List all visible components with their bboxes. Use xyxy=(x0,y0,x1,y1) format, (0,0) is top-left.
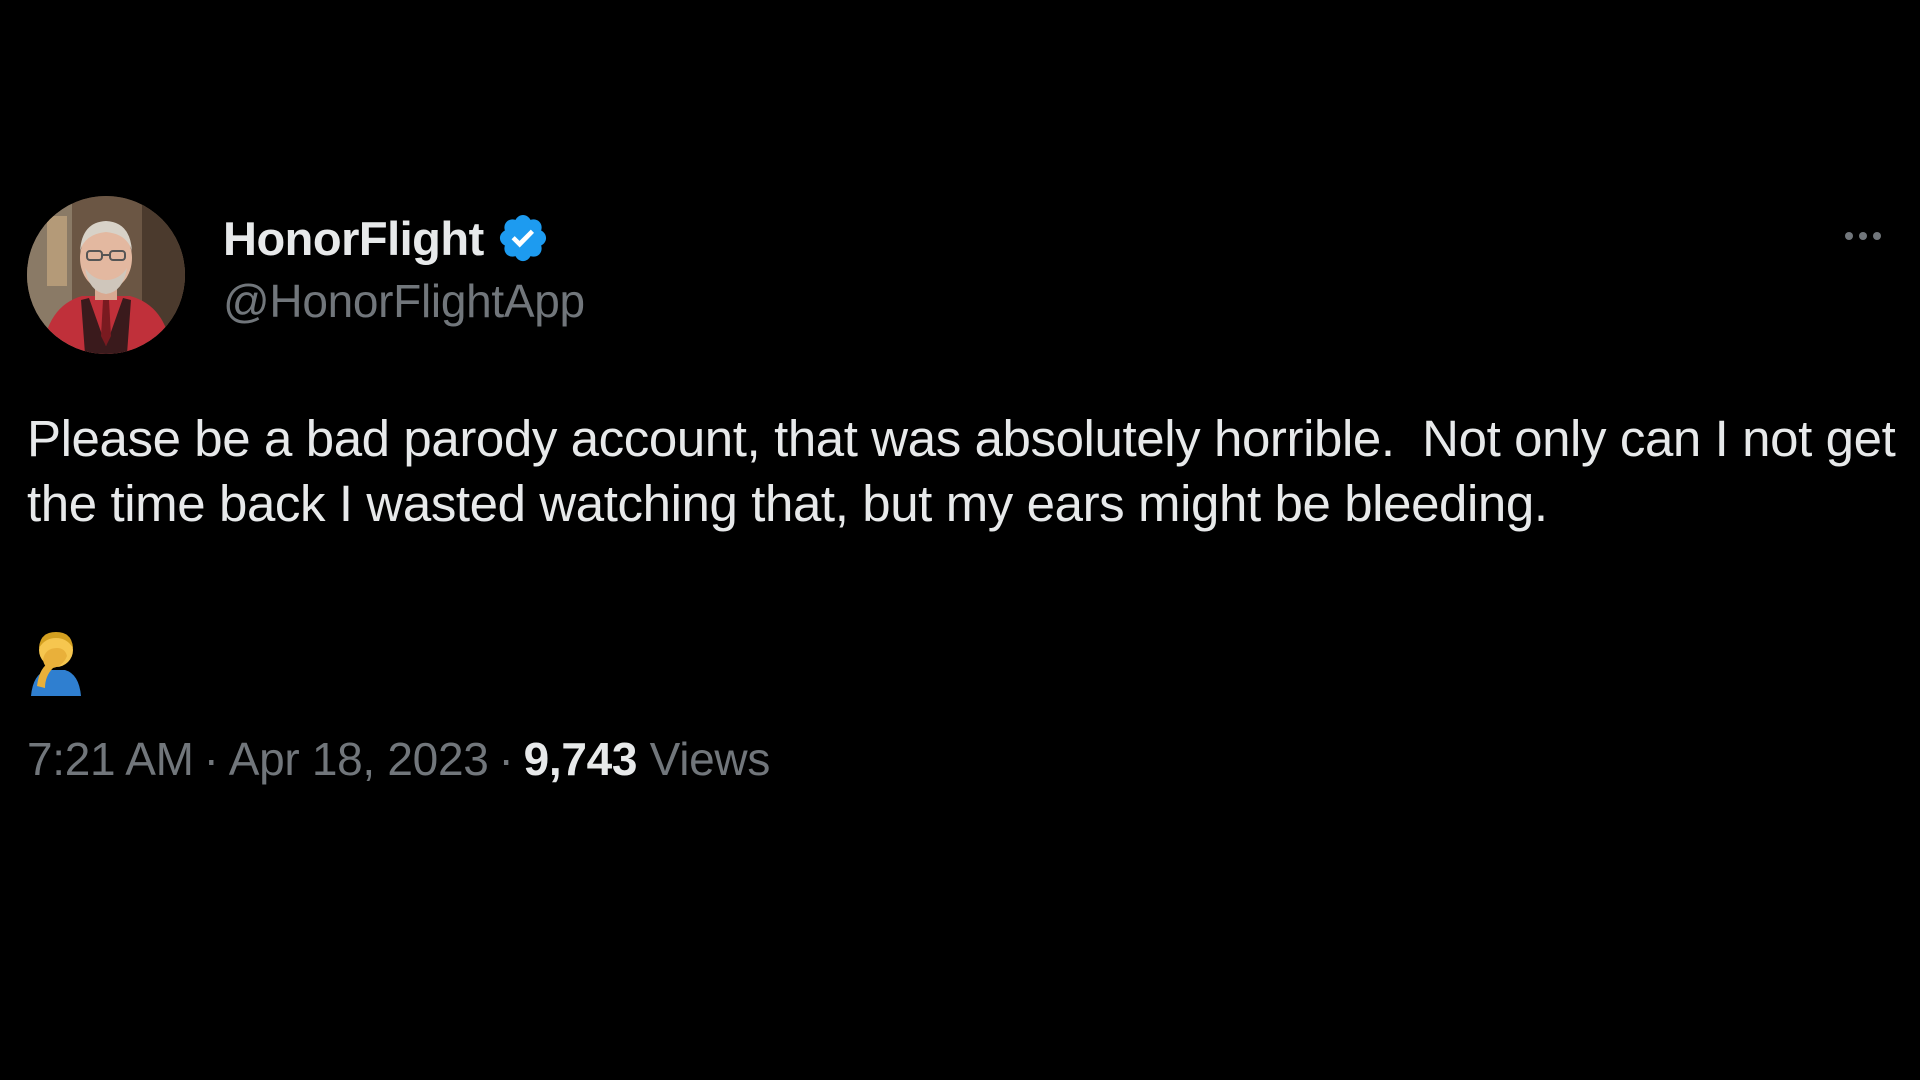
avatar-photo xyxy=(27,196,185,354)
more-dot xyxy=(1859,232,1867,240)
more-dot xyxy=(1873,232,1881,240)
more-options-icon[interactable] xyxy=(1833,218,1893,254)
tweet-meta: 7:21 AM · Apr 18, 2023 · 9,743 Views xyxy=(27,732,1893,786)
more-dot xyxy=(1845,232,1853,240)
views-count: 9,743 xyxy=(523,733,638,785)
tweet-time[interactable]: 7:21 AM xyxy=(27,733,194,785)
avatar[interactable] xyxy=(27,196,185,354)
meta-separator: · xyxy=(203,733,219,785)
views-label: Views xyxy=(649,733,771,785)
facepalm-icon xyxy=(27,626,85,696)
name-row: HonorFlight xyxy=(223,210,585,266)
user-info: HonorFlight @HonorFlightApp xyxy=(223,210,585,328)
tweet-date[interactable]: Apr 18, 2023 xyxy=(229,733,489,785)
tweet-header: HonorFlight @HonorFlightApp xyxy=(27,196,1893,356)
tweet: HonorFlight @HonorFlightApp Please be a … xyxy=(27,196,1896,786)
verified-badge-icon[interactable] xyxy=(496,211,550,265)
emoji-line xyxy=(27,626,1893,696)
meta-separator: · xyxy=(498,733,514,785)
user-handle[interactable]: @HonorFlightApp xyxy=(223,274,585,328)
tweet-text: Please be a bad parody account, that was… xyxy=(27,410,1910,532)
display-name[interactable]: HonorFlight xyxy=(223,211,484,266)
